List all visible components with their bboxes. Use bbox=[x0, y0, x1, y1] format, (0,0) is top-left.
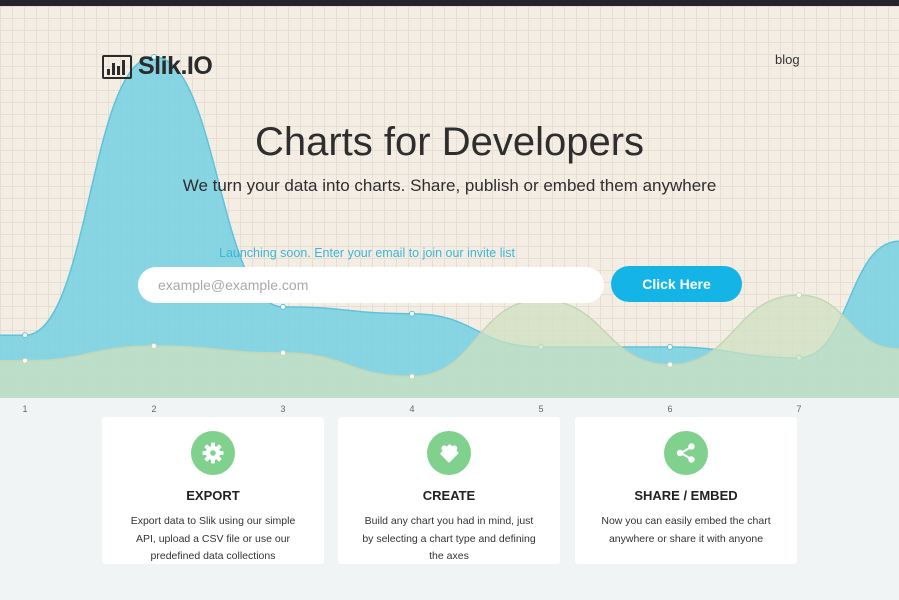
series-2-point bbox=[151, 343, 157, 350]
page-title: Charts for Developers bbox=[254, 120, 645, 164]
hero-section: Slik.IO blog bbox=[0, 6, 899, 398]
gear-icon bbox=[191, 431, 235, 475]
x-tick-label: 1 bbox=[22, 404, 28, 414]
series-2-point bbox=[796, 292, 802, 299]
series-2-point bbox=[667, 361, 673, 368]
brand-name: Slik.IO bbox=[138, 52, 213, 80]
x-tick-label: 4 bbox=[409, 404, 415, 414]
x-tick-label: 6 bbox=[667, 404, 673, 414]
bar-chart-logo-icon bbox=[102, 54, 132, 79]
series-1-point bbox=[409, 310, 415, 317]
hero-subtitle: We turn your data into charts. Share, pu… bbox=[182, 176, 717, 195]
series-2-point bbox=[409, 373, 415, 380]
series-2-point bbox=[22, 357, 28, 364]
x-tick-label: 3 bbox=[280, 404, 286, 414]
feature-description: Build any chart you had in mind, just by… bbox=[362, 515, 536, 562]
series-1-point bbox=[667, 344, 673, 351]
x-tick-label: 2 bbox=[151, 404, 157, 414]
launch-note: Launching soon. Enter your email to join… bbox=[219, 246, 515, 260]
x-tick-label: 5 bbox=[538, 404, 544, 414]
nav-link-blog[interactable]: blog bbox=[775, 52, 800, 67]
feature-card-share: SHARE / EMBED Now you can easily embed t… bbox=[575, 417, 797, 564]
share-icon bbox=[664, 431, 708, 475]
feature-card-create: CREATE Build any chart you had in mind, … bbox=[338, 417, 560, 564]
feature-title: CREATE bbox=[422, 488, 476, 503]
feature-description: Export data to Slik using our simple API… bbox=[130, 515, 296, 562]
feature-title: EXPORT bbox=[186, 488, 240, 503]
brand-logo[interactable]: Slik.IO bbox=[102, 52, 213, 81]
series-2-point bbox=[280, 349, 286, 356]
email-input[interactable] bbox=[138, 267, 604, 303]
series-1-point bbox=[280, 303, 286, 310]
puzzle-icon bbox=[427, 431, 471, 475]
x-tick-label: 7 bbox=[796, 404, 802, 414]
join-invite-button[interactable]: Click Here bbox=[611, 266, 742, 302]
feature-description: Now you can easily embed the chart anywh… bbox=[601, 515, 771, 545]
feature-title: SHARE / EMBED bbox=[634, 488, 738, 503]
feature-card-export: EXPORT Export data to Slik using our sim… bbox=[102, 417, 324, 564]
series-1-point bbox=[22, 332, 28, 339]
